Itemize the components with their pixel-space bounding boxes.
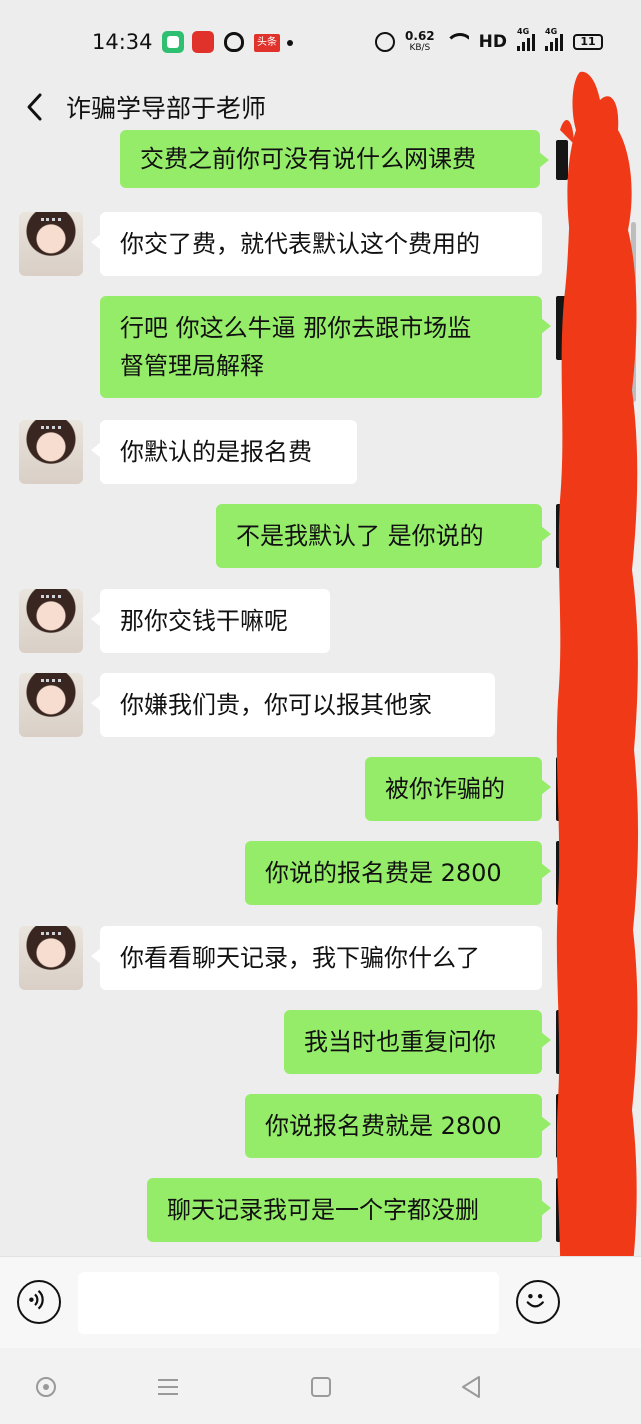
status-bar: 14:34 头条 0.62 KB/S HD 4G 4G 11: [0, 0, 641, 80]
avatar[interactable]: [19, 589, 83, 653]
message-bubble-incoming[interactable]: 你默认的是报名费: [91, 420, 357, 484]
redacted-avatar: [556, 841, 568, 905]
message-bubble-outgoing[interactable]: 交费之前你可没有说什么网课费: [120, 130, 549, 188]
redacted-avatar: [556, 1094, 568, 1158]
message-line: 督管理局解释: [120, 352, 264, 380]
alarm-icon: [375, 32, 396, 52]
message-bubble-incoming[interactable]: 你嫌我们贵，你可以报其他家: [91, 673, 495, 737]
signal-2-label: 4G: [545, 27, 558, 36]
message-bubble-outgoing[interactable]: 被你诈骗的: [365, 757, 551, 821]
scrollbar[interactable]: [631, 222, 636, 402]
voice-icon: [29, 1290, 44, 1310]
message-bubble-outgoing[interactable]: 行吧 你这么牛逼 那你去跟市场监 督管理局解释: [100, 296, 551, 398]
app-notification-icon: [162, 31, 184, 53]
redacted-avatar: [556, 757, 568, 821]
message-bubble-incoming[interactable]: 你看看聊天记录，我下骗你什么了: [91, 926, 542, 990]
avatar[interactable]: [19, 212, 83, 276]
message-bubble-outgoing[interactable]: 你说的报名费是 2800: [245, 841, 551, 905]
message-bubble-outgoing[interactable]: 你说报名费就是 2800: [245, 1094, 551, 1158]
status-time: 14:34: [92, 30, 153, 54]
network-speed-value: 0.62: [405, 29, 435, 43]
redacted-avatar: [556, 140, 568, 180]
message-line: 行吧 你这么牛逼 那你去跟市场监: [120, 314, 472, 342]
network-speed-unit: KB/S: [409, 43, 431, 53]
nav-back-icon[interactable]: [457, 1372, 487, 1402]
redacted-avatar: [556, 296, 568, 360]
emoji-icon: [526, 1293, 544, 1308]
back-chevron-icon[interactable]: [22, 90, 52, 124]
nav-square-icon[interactable]: [306, 1372, 336, 1402]
message-bubble-outgoing[interactable]: 不是我默认了 是你说的: [216, 504, 551, 568]
toutiao-badge-icon: 头条: [254, 34, 280, 52]
emoji-button[interactable]: [516, 1280, 560, 1324]
chat-title: 诈骗学导部于老师: [66, 94, 267, 123]
message-bubble-outgoing[interactable]: 我当时也重复问你: [284, 1010, 551, 1074]
message-input[interactable]: [78, 1272, 499, 1334]
nav-home-icon[interactable]: [31, 1372, 61, 1402]
system-nav-bar: [0, 1348, 641, 1424]
nav-menu-icon[interactable]: [153, 1372, 183, 1402]
app-notification-icon-3: [224, 32, 244, 52]
avatar[interactable]: [19, 673, 83, 737]
status-indicators: 0.62 KB/S HD 4G 4G 11: [375, 27, 603, 56]
redaction-scribble: [556, 71, 639, 1359]
network-speed: 0.62 KB/S: [405, 30, 435, 54]
redacted-avatar: [556, 1010, 568, 1074]
avatar[interactable]: [19, 420, 83, 484]
signal-icon-1: 4G: [517, 27, 535, 51]
wifi-icon: [444, 33, 469, 51]
signal-icon-2: 4G: [545, 27, 563, 51]
signal-1-label: 4G: [517, 27, 530, 36]
more-notifications-dot-icon: [287, 40, 293, 46]
hd-label: HD: [478, 32, 507, 52]
message-bubble-incoming[interactable]: 那你交钱干嘛呢: [91, 589, 330, 653]
avatar[interactable]: [19, 926, 83, 990]
battery-icon: 11: [573, 34, 603, 50]
redacted-avatar: [556, 504, 568, 568]
redacted-avatar: [556, 1178, 568, 1242]
app-notification-icon-2: [192, 31, 214, 53]
voice-input-button[interactable]: [17, 1280, 61, 1324]
input-bar: [0, 1256, 641, 1348]
message-bubble-outgoing[interactable]: 聊天记录我可是一个字都没删: [147, 1178, 551, 1242]
message-bubble-incoming[interactable]: 你交了费，就代表默认这个费用的: [91, 212, 542, 276]
